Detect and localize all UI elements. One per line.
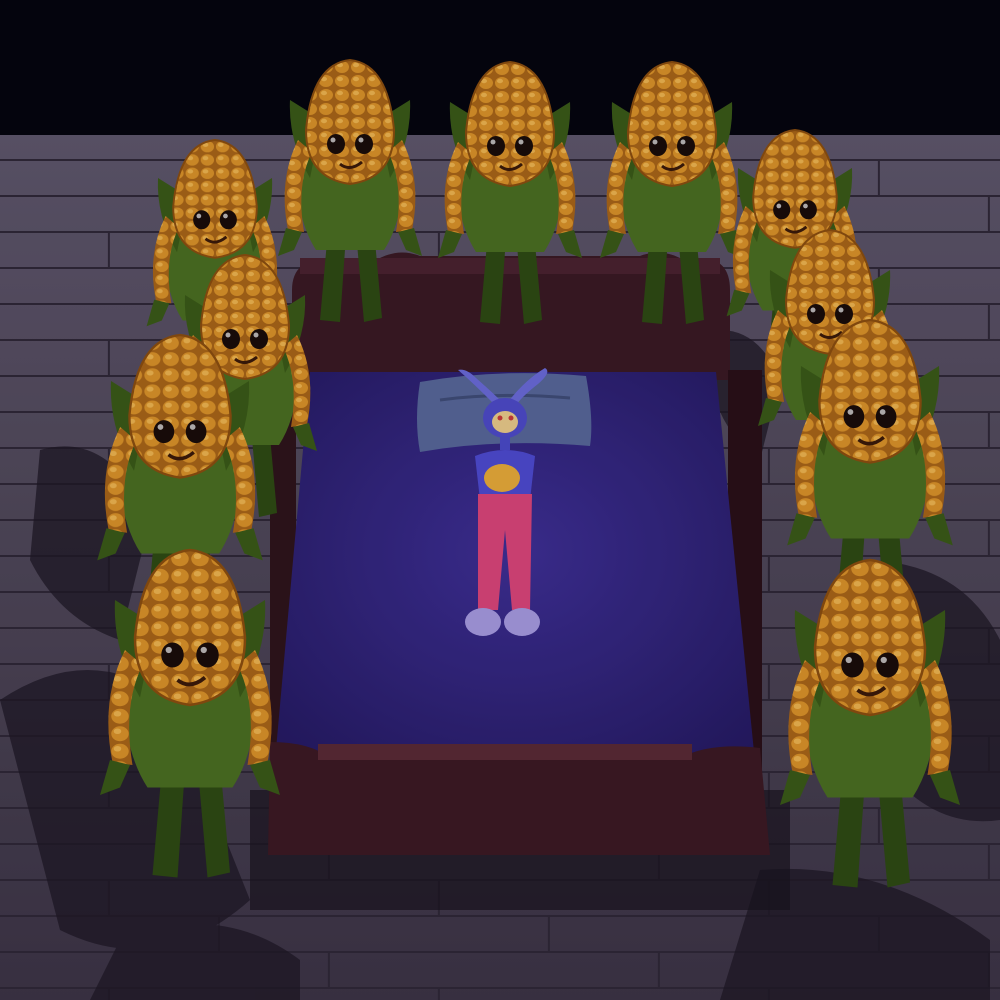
scene-image [0,0,1000,1000]
vignette [0,0,1000,1000]
